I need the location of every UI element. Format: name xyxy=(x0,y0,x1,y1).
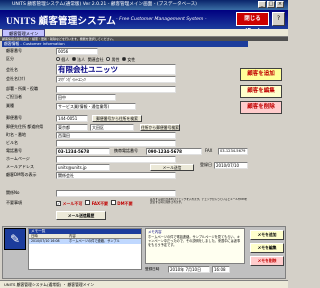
city-select[interactable]: 大田区 xyxy=(90,124,134,131)
building-field[interactable] xyxy=(56,140,176,147)
fax-label: FAX xyxy=(205,148,213,153)
reject-note: 該当する項目があればチェックを入れます。チェックが入っているとメールやDMを送信… xyxy=(150,198,248,204)
reg-date-label: 登録日 xyxy=(200,162,212,167)
homepage-field[interactable] xyxy=(56,156,176,163)
memo-detail-text: ホームページの件で電話連絡。サンプルページを見てもらい、キャンペーン中だったので… xyxy=(148,235,241,248)
memo-row-date: 2010/07/10 16:08 xyxy=(31,239,60,243)
homepage-label: ホームページ xyxy=(6,156,30,161)
building-label: ビル名 xyxy=(6,140,18,145)
delete-memo-button[interactable]: メモを削除 xyxy=(250,256,284,266)
kubun-radio-corporate[interactable] xyxy=(71,57,76,61)
email-field[interactable]: units@units.jp xyxy=(56,164,110,171)
dept-field[interactable] xyxy=(56,86,176,93)
memo-list: メモ一覧 日時 内容 2010/07/10 16:08 ホームページの件で連絡、… xyxy=(28,228,142,270)
dm-label: 顧客DM等の表示 xyxy=(6,172,37,177)
memo-row[interactable]: 2010/07/10 16:08 ホームページの件で連絡、サンプル xyxy=(29,239,141,244)
reject-checkboxes: ✓ メール不可 FAX不要 DM不要 xyxy=(56,200,133,206)
kubun-radio-individual[interactable] xyxy=(56,57,60,61)
kubun-radio-group: 個人 法人 関連会社 男性 女性 xyxy=(56,57,135,62)
dm-field[interactable]: 関係会社 xyxy=(56,172,176,179)
pref-select[interactable]: 東京都 xyxy=(56,124,88,131)
tel-field[interactable]: 03-1234-5678 xyxy=(56,148,110,155)
email-label: メールアドレス xyxy=(6,164,34,169)
reject-label: 不要事項 xyxy=(6,200,22,205)
window-title: UNITS 顧客管理システム(通常版) Ver 2.0.21 - 顧客管理メイン… xyxy=(12,2,197,7)
memo-row-title: ホームページの件で連絡、サンプル xyxy=(69,239,120,243)
fax-field[interactable]: 03-1234-5679 xyxy=(218,148,248,155)
customer-no-label: 顧客番号 xyxy=(6,48,22,53)
memo-time-field[interactable]: 16:08 xyxy=(212,266,230,273)
contact-label: ご担当者 xyxy=(6,94,22,99)
dept-label: 部署・所属・役職 xyxy=(6,86,38,91)
app-name: UNITS 顧客管理システム xyxy=(6,17,116,27)
zip-label: 郵便番号 xyxy=(6,115,22,120)
reference-field[interactable] xyxy=(56,190,176,197)
memo-date-label: 登録日時 xyxy=(145,267,160,271)
company-field[interactable]: 有限会社ユニッツ xyxy=(56,64,176,75)
company-kana-label: 会社名(ｶﾅ) xyxy=(6,76,26,81)
zip-search-button[interactable]: 郵便番号から住所を検索 xyxy=(92,115,142,122)
gender-radio-male[interactable] xyxy=(106,57,111,61)
minimize-button[interactable]: _ xyxy=(258,1,266,8)
mail-send-button[interactable]: メール送信 xyxy=(150,164,194,171)
kubun-note: 関連会社 xyxy=(87,57,104,62)
memo-col-date: 日時 xyxy=(31,234,38,238)
mobile-field[interactable]: 090-1234-5678 xyxy=(146,148,202,155)
window-title-bar: UNITS 顧客管理システム(通常版) Ver 2.0.21 - 顧客管理メイン… xyxy=(0,0,288,10)
close-app-button[interactable]: 閉じる(Esc) xyxy=(236,12,269,34)
contact-field[interactable]: 田中 xyxy=(56,94,116,101)
pref-label: 郵便先住所 都道府県 xyxy=(6,124,44,129)
reject-mail-checkbox[interactable]: ✓ xyxy=(56,201,61,206)
reference-label: 関係No xyxy=(6,190,20,195)
town-field[interactable]: 西蒲田 xyxy=(56,132,176,139)
customer-no-field[interactable]: 0056 xyxy=(56,48,98,55)
help-button[interactable]: ? xyxy=(272,12,285,26)
tab-customer-main[interactable]: 顧客管理メイン xyxy=(2,29,46,37)
reg-date-field: 2010/07/10 xyxy=(214,162,248,169)
reject-fax-checkbox[interactable] xyxy=(85,200,91,205)
industry-select[interactable]: サービス業(情報・通信業等) xyxy=(56,103,136,110)
tel-label: 電話番号 xyxy=(6,148,22,153)
status-bar: UNITS 顧客管理システム(通常版) ・ 顧客管理メイン xyxy=(0,280,288,288)
edit-customer-button[interactable]: 顧客を編集 xyxy=(240,85,282,98)
add-customer-button[interactable]: 顧客を追加 xyxy=(240,68,282,81)
reject-dm-checkbox[interactable] xyxy=(110,200,116,205)
customer-info-header: 顧客情報 - Customer Information xyxy=(2,41,248,47)
mobile-label: 携帯電話番号 xyxy=(114,148,138,153)
address-search-button[interactable]: 住所から郵便番号検索 xyxy=(140,124,180,131)
memo-pencil-icon: ✎ xyxy=(4,228,26,250)
zip-field[interactable]: 144-0051 xyxy=(56,115,88,122)
edit-memo-button[interactable]: メモを編集 xyxy=(250,243,284,253)
maximize-button[interactable]: □ xyxy=(267,1,275,8)
town-label: 町名・番地 xyxy=(6,132,26,137)
industry-label: 業種 xyxy=(6,103,14,108)
delete-customer-button[interactable]: 顧客を削除 xyxy=(240,101,282,114)
company-label: 会社名 xyxy=(6,67,18,72)
company-kana-field[interactable]: ﾕｳｹﾞﾝｶﾞｲｼｬﾕﾆｯﾂ xyxy=(56,76,176,83)
mail-history-button[interactable]: メール送信履歴 xyxy=(56,211,106,220)
close-window-button[interactable]: × xyxy=(276,1,284,8)
app-subtitle: - Free Customer Management System - xyxy=(116,17,207,22)
memo-date-field[interactable]: 2010年 7月10日 xyxy=(168,266,210,273)
add-memo-button[interactable]: メモを追加 xyxy=(250,230,284,240)
kubun-label: 区分 xyxy=(6,56,14,61)
memo-col-title: 内容 xyxy=(69,234,76,238)
gender-radio-female[interactable] xyxy=(122,57,127,61)
memo-detail[interactable]: メモ内容 ホームページの件で電話連絡。サンプルページを見てもらい、キャンペーン中… xyxy=(145,228,245,264)
